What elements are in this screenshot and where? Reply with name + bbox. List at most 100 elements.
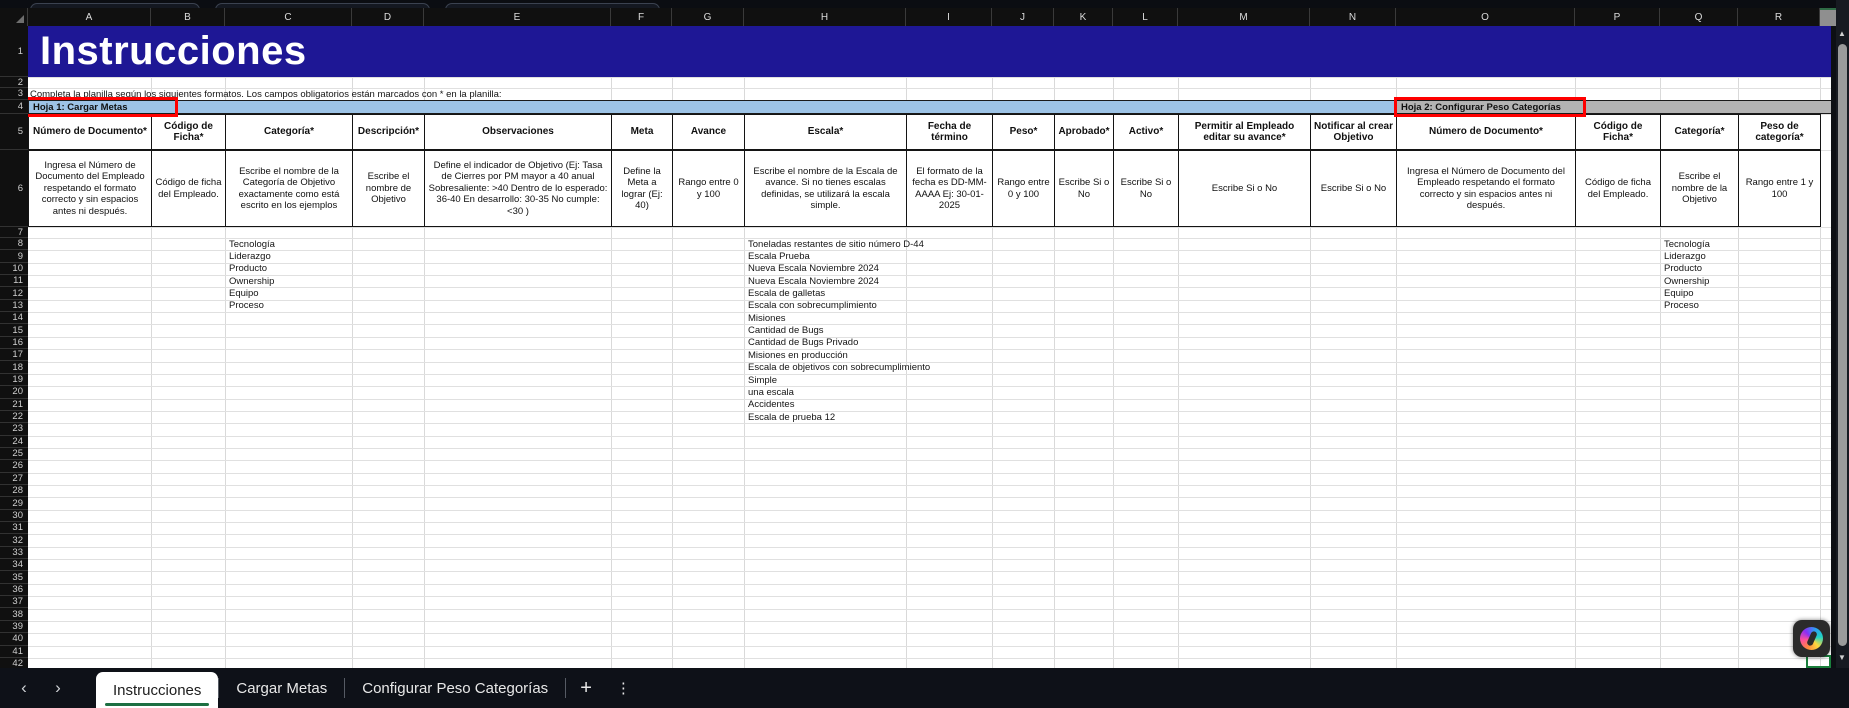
field-header-cell-O[interactable]: Número de Documento* — [1396, 114, 1576, 150]
add-sheet-button[interactable]: + — [566, 677, 606, 700]
column-header-Q[interactable]: Q — [1660, 8, 1738, 26]
field-desc-cell-E[interactable]: Define el indicador de Objetivo (Ej: Tas… — [424, 150, 612, 227]
column-header-I[interactable]: I — [906, 8, 992, 26]
row-header-18[interactable]: 18 — [0, 362, 28, 374]
example-cell-C8[interactable]: Tecnología — [225, 238, 275, 250]
row-header-35[interactable]: 35 — [0, 571, 28, 583]
column-header-D[interactable]: D — [352, 8, 424, 26]
field-header-cell-H[interactable]: Escala* — [744, 114, 907, 150]
field-desc-cell-M[interactable]: Escribe Si o No — [1178, 150, 1311, 227]
example-cell-C11[interactable]: Ownership — [225, 275, 274, 287]
field-desc-cell-L[interactable]: Escribe Si o No — [1113, 150, 1179, 227]
copilot-button[interactable] — [1793, 620, 1830, 657]
row-header-3[interactable]: 3 — [0, 88, 28, 100]
hoja1-section-band[interactable]: Hoja 1: Cargar Metas — [28, 100, 1396, 114]
example-cell-C13[interactable]: Proceso — [225, 300, 264, 312]
title-banner-cell[interactable]: Instrucciones — [28, 26, 1831, 77]
column-header-J[interactable]: J — [992, 8, 1054, 26]
example-cell-H19[interactable]: Simple — [744, 374, 777, 386]
column-header-E[interactable]: E — [424, 8, 611, 26]
row-header-30[interactable]: 30 — [0, 510, 28, 522]
tab-cargar-metas[interactable]: Cargar Metas — [219, 670, 344, 706]
field-header-cell-Q[interactable]: Categoría* — [1660, 114, 1739, 150]
sheet-list-menu-button[interactable]: ⋮ — [606, 679, 641, 697]
row-header-41[interactable]: 41 — [0, 646, 28, 658]
field-desc-cell-H[interactable]: Escribe el nombre de la Escala de avance… — [744, 150, 907, 227]
row-header-7[interactable]: 7 — [0, 227, 28, 238]
row-header-2[interactable]: 2 — [0, 77, 28, 88]
example-cell-H13[interactable]: Escala con sobrecumplimiento — [744, 300, 877, 312]
row-header-20[interactable]: 20 — [0, 386, 28, 398]
field-desc-cell-R[interactable]: Rango entre 1 y 100 — [1738, 150, 1821, 227]
field-desc-cell-D[interactable]: Escribe el nombre de Objetivo — [352, 150, 425, 227]
column-header-P[interactable]: P — [1575, 8, 1660, 26]
row-header-21[interactable]: 21 — [0, 399, 28, 411]
example-cell-Q11[interactable]: Ownership — [1660, 275, 1709, 287]
example-cell-Q12[interactable]: Equipo — [1660, 287, 1694, 299]
field-header-cell-D[interactable]: Descripción* — [352, 114, 425, 150]
field-desc-cell-J[interactable]: Rango entre 0 y 100 — [992, 150, 1055, 227]
row-header-8[interactable]: 8 — [0, 238, 28, 250]
tab-instrucciones[interactable]: Instrucciones — [96, 672, 218, 708]
field-header-cell-A[interactable]: Número de Documento* — [28, 114, 152, 150]
example-cell-H10[interactable]: Nueva Escala Noviembre 2024 — [744, 263, 879, 275]
row-header-1[interactable]: 1 — [0, 26, 28, 77]
scroll-down-icon[interactable]: ▼ — [1838, 654, 1846, 662]
column-header-M[interactable]: M — [1178, 8, 1310, 26]
column-header-K[interactable]: K — [1054, 8, 1113, 26]
row-header-6[interactable]: 6 — [0, 150, 28, 227]
field-desc-cell-K[interactable]: Escribe Si o No — [1054, 150, 1114, 227]
vertical-scrollbar-thumb[interactable] — [1838, 44, 1847, 646]
column-header-B[interactable]: B — [151, 8, 225, 26]
column-header-A[interactable]: A — [28, 8, 151, 26]
example-cell-C12[interactable]: Equipo — [225, 287, 259, 299]
example-cell-H20[interactable]: una escala — [744, 386, 794, 398]
column-header-F[interactable]: F — [611, 8, 672, 26]
column-header-N[interactable]: N — [1310, 8, 1396, 26]
row-header-16[interactable]: 16 — [0, 337, 28, 349]
sheet-nav-prev-icon[interactable]: ‹ — [12, 678, 36, 698]
field-desc-cell-O[interactable]: Ingresa el Número de Documento del Emple… — [1396, 150, 1576, 227]
example-cell-H16[interactable]: Cantidad de Bugs Privado — [744, 337, 858, 349]
row-header-33[interactable]: 33 — [0, 547, 28, 559]
example-cell-Q13[interactable]: Proceso — [1660, 300, 1699, 312]
example-cell-H15[interactable]: Cantidad de Bugs — [744, 324, 824, 336]
row-header-4[interactable]: 4 — [0, 100, 28, 114]
row-header-39[interactable]: 39 — [0, 621, 28, 633]
example-cell-Q10[interactable]: Producto — [1660, 263, 1702, 275]
field-header-cell-N[interactable]: Notificar al crear Objetivo — [1310, 114, 1397, 150]
field-header-cell-C[interactable]: Categoría* — [225, 114, 353, 150]
example-cell-H17[interactable]: Misiones en producción — [744, 349, 848, 361]
field-desc-cell-C[interactable]: Escribe el nombre de la Categoría de Obj… — [225, 150, 353, 227]
row-header-12[interactable]: 12 — [0, 287, 28, 299]
column-header-H[interactable]: H — [744, 8, 906, 26]
row-header-31[interactable]: 31 — [0, 522, 28, 534]
row-header-14[interactable]: 14 — [0, 312, 28, 324]
field-desc-cell-B[interactable]: Código de ficha del Empleado. — [151, 150, 226, 227]
sheet-nav-next-icon[interactable]: › — [46, 678, 70, 698]
field-desc-cell-Q[interactable]: Escribe el nombre de la Objetivo — [1660, 150, 1739, 227]
column-header-C[interactable]: C — [225, 8, 352, 26]
field-header-cell-K[interactable]: Aprobado* — [1054, 114, 1114, 150]
row-header-28[interactable]: 28 — [0, 485, 28, 497]
select-all-corner[interactable] — [0, 8, 28, 26]
row-header-17[interactable]: 17 — [0, 349, 28, 361]
example-cell-H9[interactable]: Escala Prueba — [744, 250, 810, 262]
field-desc-cell-F[interactable]: Define la Meta a lograr (Ej: 40) — [611, 150, 673, 227]
row-header-19[interactable]: 19 — [0, 374, 28, 386]
field-header-cell-P[interactable]: Código de Ficha* — [1575, 114, 1661, 150]
column-header-L[interactable]: L — [1113, 8, 1178, 26]
field-desc-cell-N[interactable]: Escribe Si o No — [1310, 150, 1397, 227]
example-cell-H21[interactable]: Accidentes — [744, 399, 794, 411]
row-header-36[interactable]: 36 — [0, 584, 28, 596]
scroll-up-icon[interactable]: ▲ — [1838, 30, 1846, 38]
field-header-cell-J[interactable]: Peso* — [992, 114, 1055, 150]
row-header-5[interactable]: 5 — [0, 114, 28, 150]
row-header-22[interactable]: 22 — [0, 411, 28, 423]
example-cell-H14[interactable]: Misiones — [744, 312, 786, 324]
row-header-38[interactable]: 38 — [0, 609, 28, 621]
example-cell-H12[interactable]: Escala de galletas — [744, 287, 825, 299]
field-header-cell-L[interactable]: Activo* — [1113, 114, 1179, 150]
row-header-9[interactable]: 9 — [0, 250, 28, 262]
row-header-25[interactable]: 25 — [0, 448, 28, 460]
